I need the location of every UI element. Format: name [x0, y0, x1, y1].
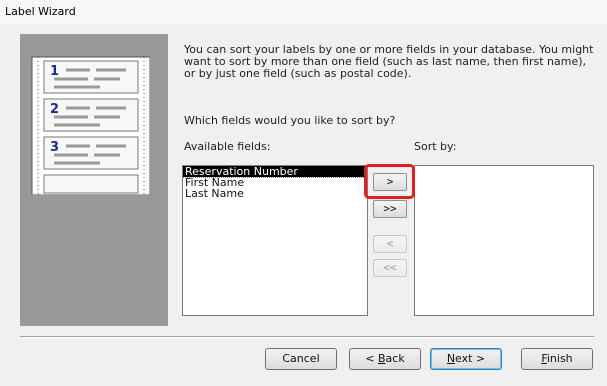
back-button[interactable]: < Back [349, 348, 421, 370]
cancel-button-label: Cancel [282, 352, 320, 365]
finish-button[interactable]: Finish [521, 348, 593, 370]
add-all-fields-button[interactable]: >> [373, 200, 407, 218]
cancel-button[interactable]: Cancel [265, 348, 337, 370]
callout-highlight-box [364, 164, 415, 199]
remove-field-button[interactable]: < [373, 235, 407, 253]
next-button-accelerator: N [446, 352, 456, 365]
back-button-prefix: < [365, 352, 378, 365]
label-wizard-dialog: Label Wizard 1 2 3 You can sort your lab… [0, 0, 607, 386]
title-bar: Label Wizard [0, 0, 607, 24]
back-button-label: ack [385, 352, 405, 365]
wizard-description: You can sort your labels by one or more … [184, 43, 594, 80]
sort-by-list[interactable] [414, 165, 594, 316]
available-fields-list[interactable]: Reservation Number First Name Last Name [182, 165, 368, 316]
back-button-accelerator: B [378, 352, 386, 365]
next-button-label: ext > [455, 352, 486, 365]
remove-all-fields-button[interactable]: << [373, 259, 407, 277]
available-fields-label: Available fields: [184, 140, 271, 153]
svg-text:3: 3 [50, 140, 59, 155]
sort-by-label: Sort by: [414, 140, 457, 153]
sort-question: Which fields would you like to sort by? [184, 114, 396, 127]
label-sheet-illustration-icon: 1 2 3 [31, 56, 150, 195]
next-button[interactable]: Next > [430, 348, 502, 370]
svg-text:2: 2 [50, 102, 59, 117]
list-item[interactable]: Last Name [183, 188, 367, 199]
finish-button-label: inish [546, 352, 573, 365]
footer-divider [20, 336, 594, 338]
svg-text:1: 1 [50, 64, 59, 79]
